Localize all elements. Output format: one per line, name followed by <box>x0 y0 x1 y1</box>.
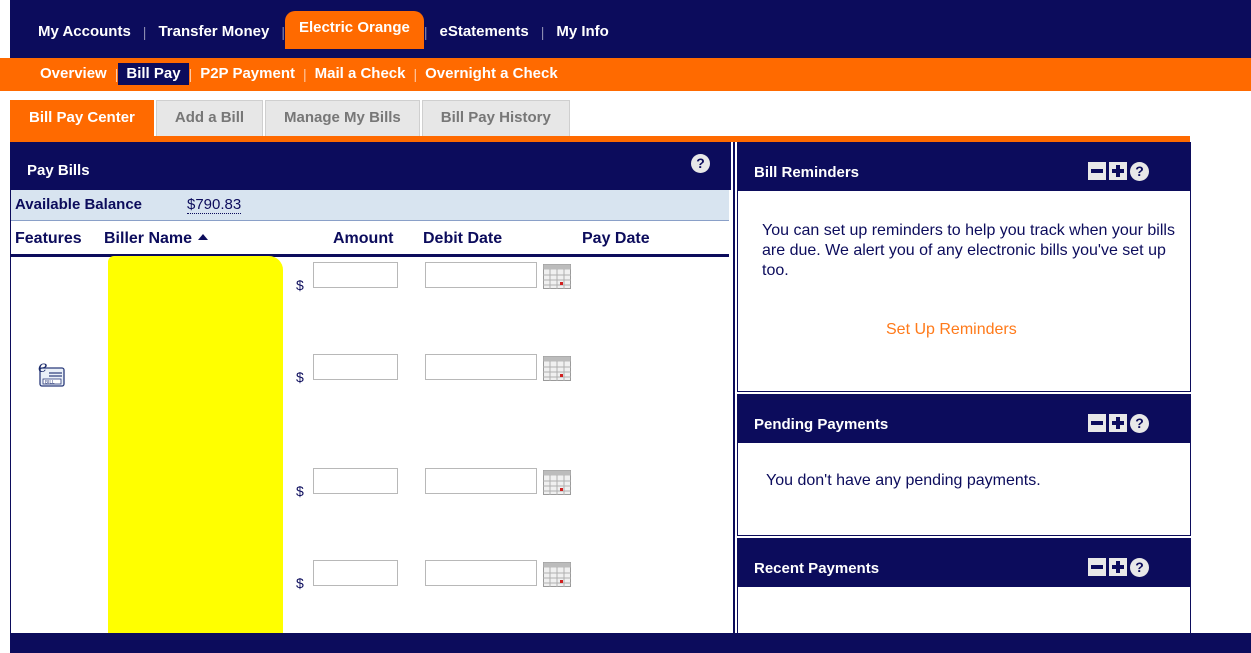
available-balance-label: Available Balance <box>15 196 143 213</box>
top-nav-tabs: My Accounts | Transfer Money | Electric … <box>26 11 621 49</box>
top-tab-electric-orange[interactable]: Electric Orange <box>284 11 424 49</box>
pay-bills-title: Pay Bills <box>27 162 90 179</box>
expand-icon[interactable] <box>1109 558 1127 576</box>
set-up-reminders-container: Set Up Reminders <box>886 320 1017 340</box>
page-tabs: Bill Pay Center Add a Bill Manage My Bil… <box>10 100 572 136</box>
bill-reminders-panel: Bill Reminders ? You can set up reminder… <box>737 142 1191 392</box>
footer-bar <box>10 633 1251 653</box>
pay-bills-header: Pay Bills ? <box>11 142 731 190</box>
sub-tab-overview[interactable]: Overview <box>32 63 115 85</box>
bill-reminders-title: Bill Reminders <box>754 164 860 181</box>
sort-ascending-icon <box>198 234 209 240</box>
amount-input[interactable] <box>313 262 398 288</box>
top-tab-my-info[interactable]: My Info <box>544 17 621 47</box>
minus-glyph <box>1091 421 1103 425</box>
column-pay-date: Pay Date <box>582 230 650 247</box>
svg-text:e: e <box>38 357 47 376</box>
pending-payments-panel: Pending Payments ? You don't have any pe… <box>737 394 1191 536</box>
amount-input[interactable] <box>313 354 398 380</box>
bill-reminders-header: Bill Reminders ? <box>738 143 1190 191</box>
svg-text:BILL: BILL <box>45 380 55 386</box>
available-balance-bar: Available Balance $790.83 <box>11 190 729 221</box>
pending-payments-header: Pending Payments ? <box>738 395 1190 443</box>
tab-bill-pay-center[interactable]: Bill Pay Center <box>10 100 154 136</box>
calendar-icon[interactable] <box>543 562 571 587</box>
recent-payments-title: Recent Payments <box>754 560 880 577</box>
sub-tab-p2p-payment[interactable]: P2P Payment <box>192 63 303 85</box>
pending-payments-title: Pending Payments <box>754 416 889 433</box>
plus-glyph-v <box>1116 561 1120 573</box>
available-balance-value[interactable]: $790.83 <box>187 196 242 214</box>
top-tab-estatements[interactable]: eStatements <box>427 17 540 47</box>
tab-add-a-bill[interactable]: Add a Bill <box>155 100 264 136</box>
sub-nav: Overview | Bill Pay | P2P Payment | Mail… <box>0 58 1251 91</box>
recent-payments-header: Recent Payments ? <box>738 539 1190 587</box>
debit-date-input[interactable] <box>425 262 537 288</box>
pending-payments-text: You don't have any pending payments. <box>766 472 1041 489</box>
bill-table-header: Features Biller Name Amount Debit Date P… <box>11 224 729 257</box>
set-up-reminders-link[interactable]: Set Up Reminders <box>886 321 1017 338</box>
expand-icon[interactable] <box>1109 414 1127 432</box>
column-amount: Amount <box>333 230 394 247</box>
top-nav: My Accounts | Transfer Money | Electric … <box>0 0 1251 64</box>
pay-bills-panel: Pay Bills ? Available Balance $790.83 Fe… <box>10 142 735 653</box>
minus-glyph <box>1091 565 1103 569</box>
tab-manage-my-bills[interactable]: Manage My Bills <box>265 100 420 136</box>
help-icon[interactable]: ? <box>1130 162 1149 181</box>
redacted-biller-names <box>108 256 283 653</box>
minus-glyph <box>1091 169 1103 173</box>
debit-date-input[interactable] <box>425 354 537 380</box>
plus-glyph-v <box>1116 165 1120 177</box>
calendar-icon[interactable] <box>543 470 571 495</box>
debit-date-input[interactable] <box>425 560 537 586</box>
column-features: Features <box>15 230 82 247</box>
top-tab-transfer-money[interactable]: Transfer Money <box>146 17 281 47</box>
column-debit-date: Debit Date <box>423 230 503 247</box>
help-icon[interactable]: ? <box>1130 414 1149 433</box>
currency-symbol: $ <box>296 369 304 385</box>
bill-reminders-text: You can set up reminders to help you tra… <box>762 222 1175 279</box>
currency-symbol: $ <box>296 483 304 499</box>
minimize-icon[interactable] <box>1088 558 1106 576</box>
debit-date-input[interactable] <box>425 468 537 494</box>
minimize-icon[interactable] <box>1088 162 1106 180</box>
sub-tab-bill-pay[interactable]: Bill Pay <box>118 63 189 85</box>
amount-input[interactable] <box>313 560 398 586</box>
expand-icon[interactable] <box>1109 162 1127 180</box>
calendar-icon[interactable] <box>543 356 571 381</box>
help-icon[interactable]: ? <box>1130 558 1149 577</box>
help-icon[interactable]: ? <box>691 154 710 173</box>
calendar-icon[interactable] <box>543 264 571 289</box>
minimize-icon[interactable] <box>1088 414 1106 432</box>
column-biller-name-label: Biller Name <box>104 230 193 247</box>
amount-input[interactable] <box>313 468 398 494</box>
sub-tab-overnight-a-check[interactable]: Overnight a Check <box>417 63 566 85</box>
currency-symbol: $ <box>296 575 304 591</box>
sub-tab-mail-a-check[interactable]: Mail a Check <box>307 63 414 85</box>
currency-symbol: $ <box>296 277 304 293</box>
column-biller-name[interactable]: Biller Name <box>104 230 209 248</box>
plus-glyph-v <box>1116 417 1120 429</box>
top-tab-my-accounts[interactable]: My Accounts <box>26 17 143 47</box>
tab-bill-pay-history[interactable]: Bill Pay History <box>421 100 570 136</box>
e-bill-icon[interactable]: BILL e <box>35 354 75 394</box>
